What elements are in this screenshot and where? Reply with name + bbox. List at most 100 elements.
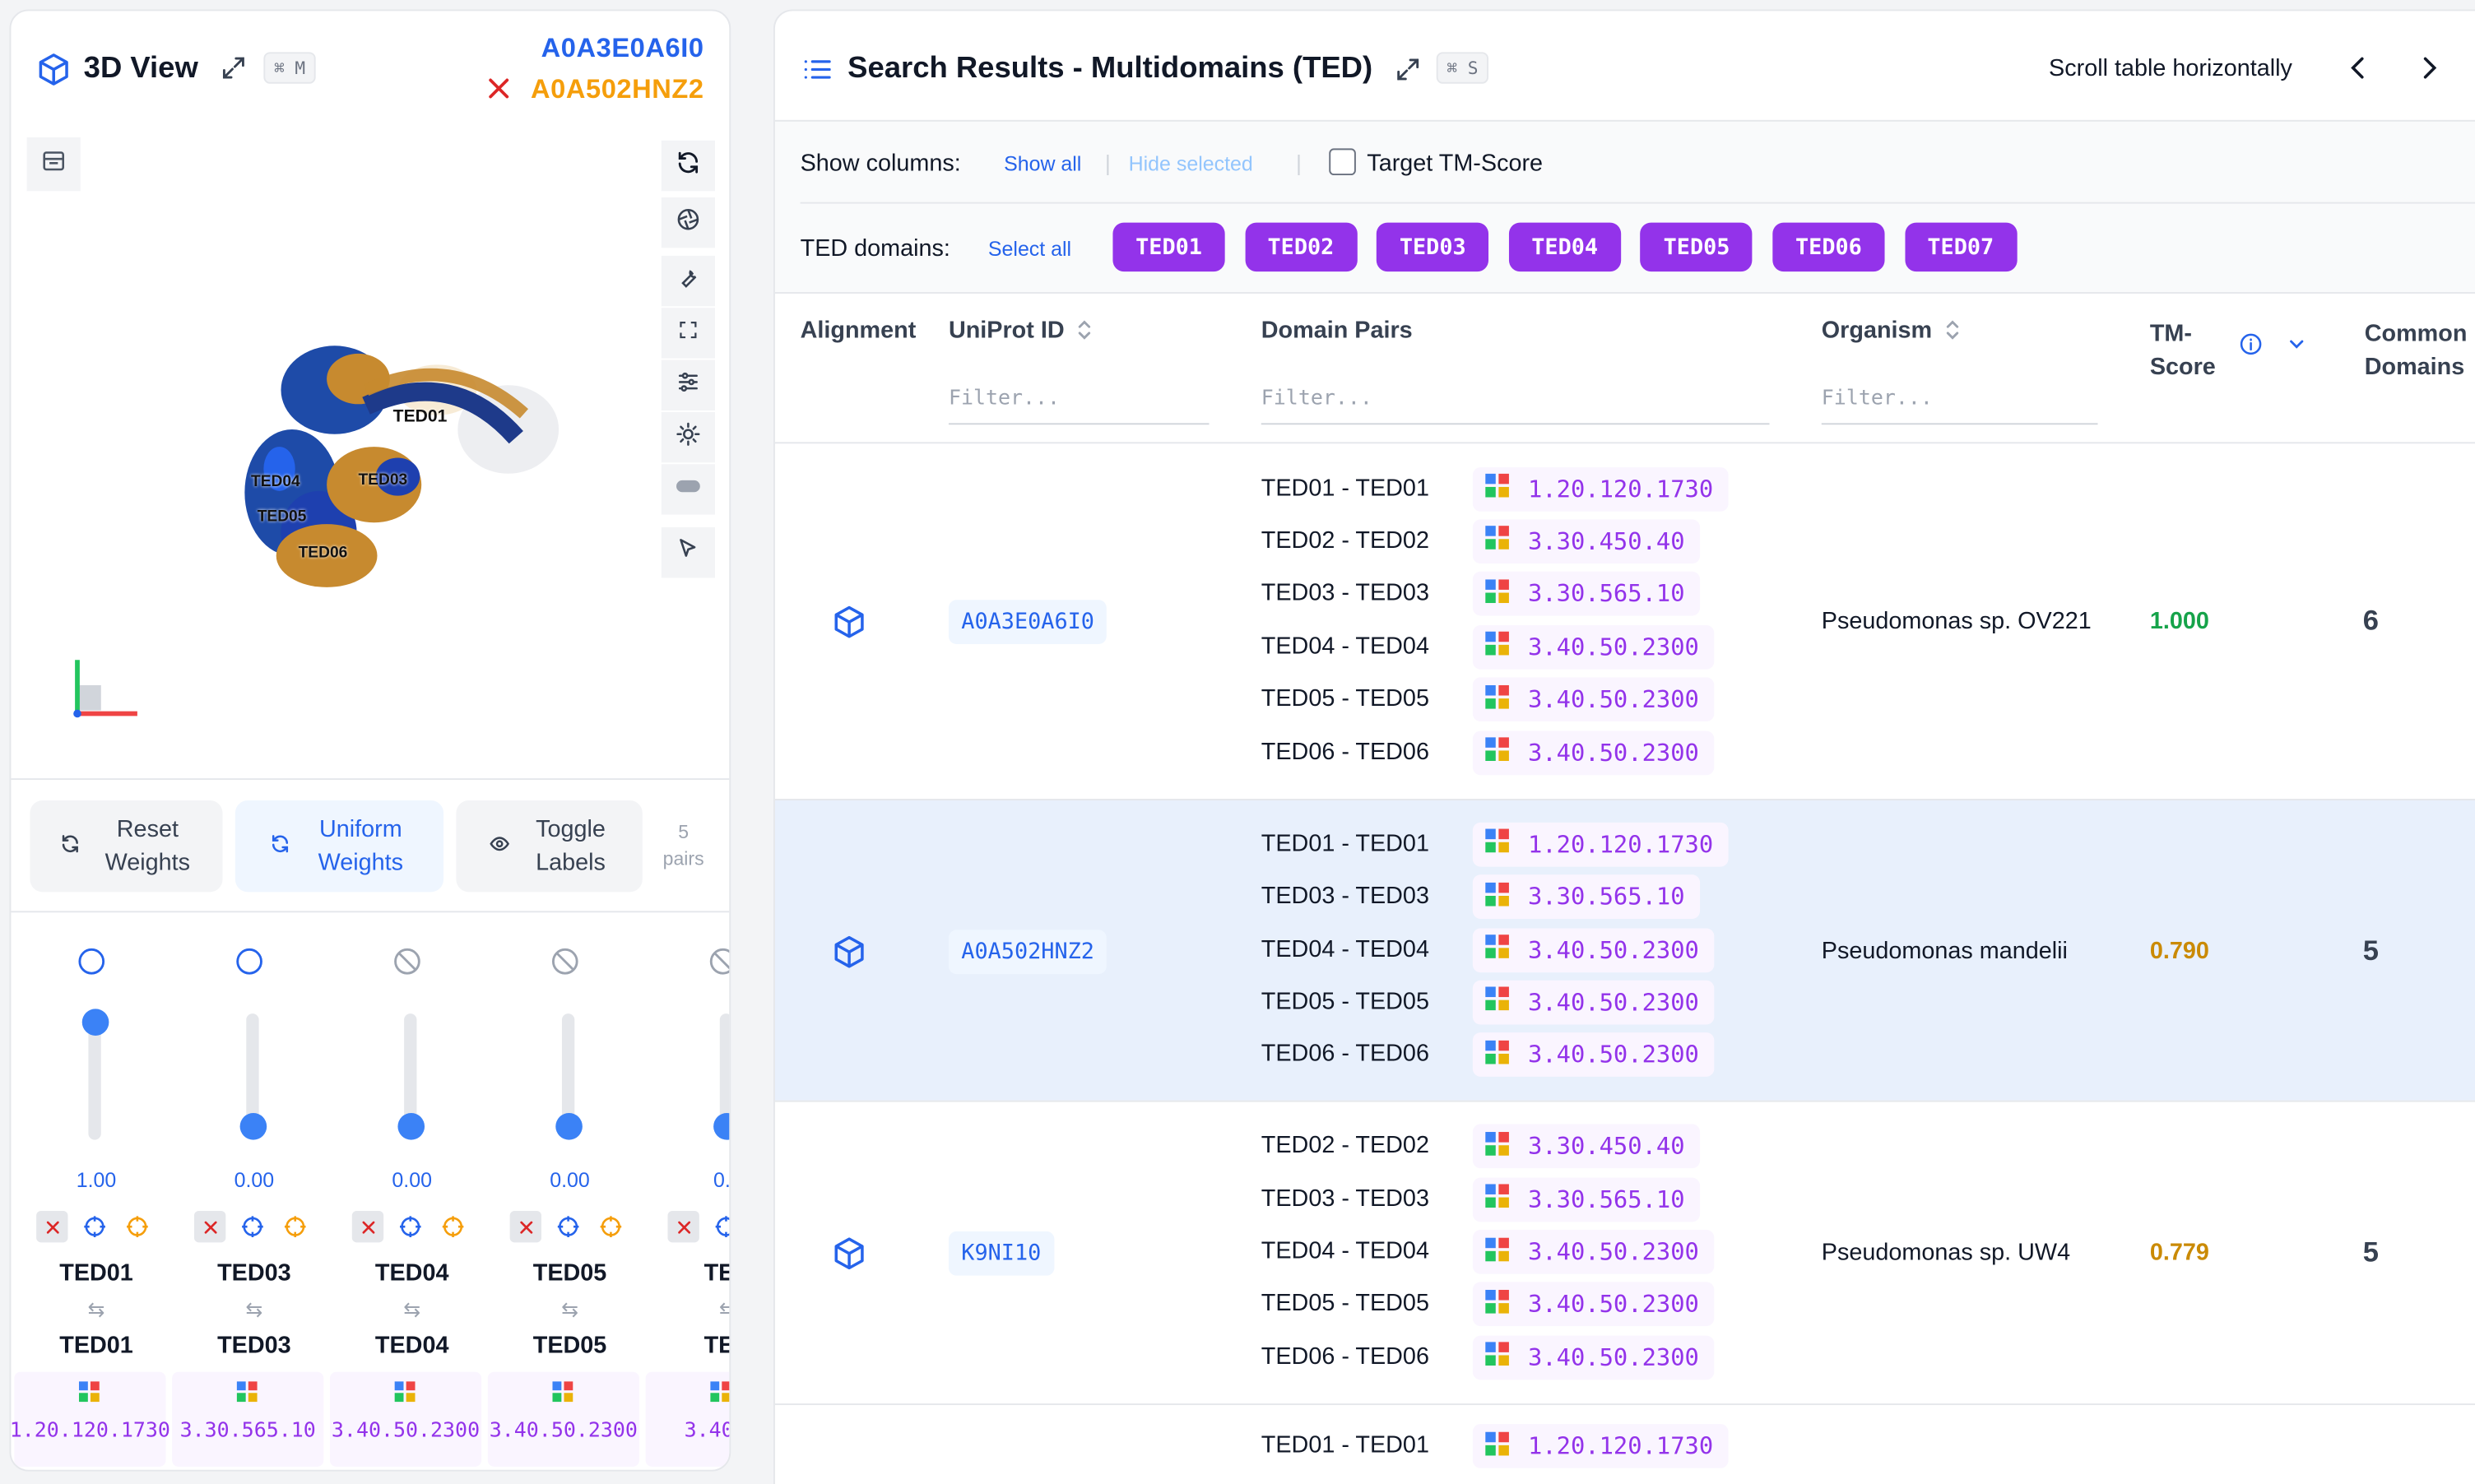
alignment-cube-icon[interactable] [832,934,866,976]
domain-pairs-filter-input[interactable]: Filter... [1261,387,1770,425]
settings-button[interactable] [661,359,716,410]
ted-domain-chip[interactable]: TED05 [1640,222,1753,272]
select-all-link[interactable]: Select all [988,237,1071,261]
table-row[interactable]: TED01 - TED01 1.20.120.1730 [774,1403,2475,1484]
ted-domain-chip[interactable]: TED07 [1904,222,2017,272]
crosshair-blue-icon[interactable] [79,1211,110,1242]
common-domains-count: 5 [2362,1236,2380,1268]
ted-domain-chip[interactable]: TED03 [1377,222,1489,272]
ted-domain-chip[interactable]: TED06 [1772,222,1885,272]
remove-icon[interactable] [667,1210,699,1243]
info-icon[interactable] [2238,332,2264,364]
sort-icon[interactable] [1943,318,1962,350]
ted-domain-chip[interactable]: TED01 [1112,222,1225,272]
cath-badge[interactable]: 3.30.565.10 [1472,572,1701,617]
crosshair-orange-icon[interactable] [280,1211,311,1242]
common-domains-count: 5 [2362,934,2380,966]
vr-button[interactable] [661,464,716,515]
cath-code: 3.40.5 [684,1419,730,1444]
weight-slider-thumb[interactable] [397,1113,425,1140]
cath-badge[interactable]: 1.20.120.1730 [1472,466,1730,511]
cath-badge[interactable]: 3.30.565.10 [1472,874,1701,920]
toggle-labels-button[interactable]: Toggle Labels [456,800,643,893]
alignment-cube-icon[interactable] [832,1236,866,1279]
ted-domain-chip[interactable]: TED04 [1508,222,1621,272]
cath-badge[interactable]: 3.30.450.40 [1472,519,1701,563]
screenshot-button[interactable] [661,197,716,248]
circle-icon[interactable] [234,946,265,985]
expand-icon[interactable] [220,53,248,90]
crosshair-orange-icon[interactable] [595,1211,626,1242]
header-organism[interactable]: Organism [1822,318,1932,345]
panel-toggle-button[interactable] [26,137,81,192]
scroll-left-button[interactable] [2343,52,2374,91]
scroll-right-button[interactable] [2413,52,2445,91]
hide-selected-link[interactable]: Hide selected [1129,151,1253,175]
alignment-cube-icon[interactable] [832,605,866,647]
uniprot-id-link[interactable]: K9NI10 [948,1231,1054,1276]
fullscreen-button[interactable] [661,308,716,359]
cath-badge[interactable]: 3.40.50.2300 [1472,927,1716,972]
cath-badge[interactable]: 3.40.50.2300 [1472,980,1716,1025]
ted-domain-chip[interactable]: TED02 [1244,222,1358,272]
header-tm-score[interactable]: TM- Score [2150,318,2216,384]
weight-slider-thumb[interactable] [555,1113,583,1140]
cath-badge[interactable]: 3.40.50.2300 [1472,677,1716,722]
expand-icon[interactable] [1394,55,1423,91]
target-protein-label: A0A502HNZ2 [531,74,704,104]
cath-badge[interactable]: 3.40.50.2300 [1472,1032,1716,1078]
weight-slider-thumb[interactable] [81,1009,109,1036]
cath-badge[interactable]: 3.30.565.10 [1472,1176,1701,1222]
cath-badge[interactable]: 3.40.50.2300 [1472,624,1716,670]
sort-icon[interactable] [1075,318,1094,350]
show-all-link[interactable]: Show all [1004,151,1081,175]
cath-badge[interactable]: 3.40.50.2300 [1472,730,1716,775]
remove-icon[interactable] [193,1210,226,1243]
crosshair-blue-icon[interactable] [395,1211,426,1242]
remove-icon[interactable] [509,1210,541,1243]
organism-filter-input[interactable]: Filter... [1821,387,2098,425]
weight-slider-thumb[interactable] [713,1113,730,1140]
target-tm-checkbox[interactable] [1329,148,1356,176]
cath-badge[interactable]: 1.20.120.1730 [1472,1424,1730,1468]
crosshair-orange-icon[interactable] [437,1211,468,1242]
cath-badge[interactable]: 3.40.50.2300 [1472,1230,1716,1274]
table-row[interactable]: TED02 - TED02 3.30.450.40 TED03 - TED03 3.3… [774,1100,2475,1404]
eye-off-icon[interactable] [707,946,730,985]
remove-target-icon[interactable] [485,74,513,110]
uniform-weights-button[interactable]: Uniform Weights [234,800,444,893]
cath-badge[interactable]: 3.40.50.2300 [1472,1282,1716,1327]
domain-pair-label: TED04 - TED04 [1261,632,1429,660]
header-uniprot[interactable]: UniProt ID [949,318,1065,345]
crosshair-blue-icon[interactable] [237,1211,268,1242]
cath-code: 3.40.50.2300 [331,1419,481,1444]
eye-off-icon[interactable] [550,946,581,985]
select-mode-button[interactable] [661,526,716,578]
cath-badge[interactable]: 1.20.120.1730 [1472,822,1730,867]
table-row[interactable]: TED01 - TED01 1.20.120.1730 TED02 - TED02 3… [774,442,2475,800]
crosshair-blue-icon[interactable] [552,1211,583,1242]
uniprot-id-link[interactable]: A0A3E0A6I0 [948,600,1107,645]
uniprot-filter-input[interactable]: Filter... [948,387,1210,425]
crosshair-orange-icon[interactable] [122,1211,153,1242]
reset-view-button[interactable] [661,140,716,192]
cath-badge[interactable]: 3.30.450.40 [1472,1124,1701,1169]
uniprot-id-link[interactable]: A0A502HNZ2 [948,929,1107,974]
crosshair-blue-icon[interactable] [710,1211,730,1242]
circle-icon[interactable] [76,946,107,985]
eye-off-icon[interactable] [392,946,423,985]
show-columns-label: Show columns: [800,150,961,177]
weight-slider-thumb[interactable] [239,1113,267,1140]
chevron-down-icon[interactable] [2286,333,2308,363]
protein-structure-canvas[interactable]: TED01 TED04 TED03 TED05 TED06 [216,319,579,619]
cath-icon [1485,1289,1509,1319]
lighting-button[interactable] [661,411,716,463]
tools-button[interactable] [661,255,716,307]
remove-icon[interactable] [351,1210,384,1243]
cath-code: 3.40.50.2300 [1527,685,1699,714]
cath-icon [710,1381,730,1410]
table-row[interactable]: TED01 - TED01 1.20.120.1730 TED03 - TED03 3… [774,799,2475,1101]
cath-badge[interactable]: 3.40.50.2300 [1472,1335,1716,1380]
remove-icon[interactable] [36,1210,68,1243]
reset-weights-button[interactable]: Reset Weights [30,800,223,893]
